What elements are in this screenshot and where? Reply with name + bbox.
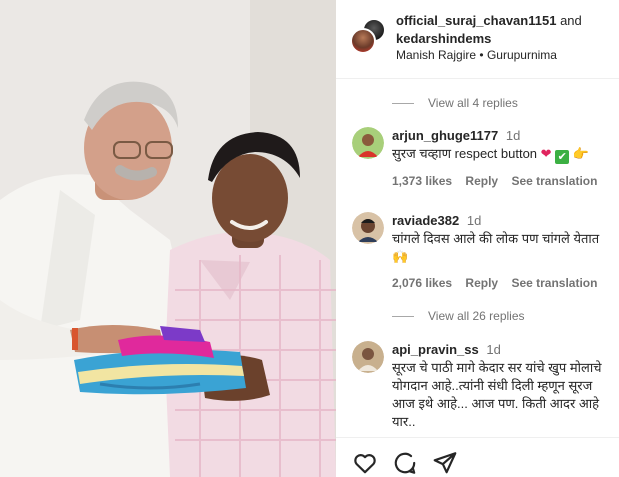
- post-header: official_suraj_chavan1151 and kedarshind…: [336, 0, 619, 79]
- comment-actions: 1,373 likes Reply See translation: [392, 172, 618, 190]
- avatar[interactable]: [352, 127, 384, 159]
- comment-body: raviade382 1d चांगले दिवस आले की लोक पण …: [392, 212, 618, 292]
- replies-divider-line: [392, 315, 414, 317]
- comment-icon[interactable]: [392, 450, 418, 476]
- reply-button[interactable]: Reply: [465, 276, 498, 290]
- post-action-bar: [336, 437, 619, 477]
- music-credit[interactable]: Manish Rajgire: [396, 48, 476, 62]
- raised-hands-emoji-icon: 🙌: [392, 249, 409, 264]
- comment-username[interactable]: arjun_ghuge1177: [392, 128, 498, 143]
- photo-illustration: [0, 0, 336, 477]
- comment-body: api_pravin_ss 1d सूरज चे पाठी मागे केदार…: [392, 341, 618, 431]
- view-replies-thread-1[interactable]: View all 4 replies: [392, 96, 518, 110]
- avatar[interactable]: [352, 341, 384, 373]
- comment-username[interactable]: raviade382: [392, 213, 459, 228]
- view-replies-label[interactable]: View all 4 replies: [428, 96, 518, 110]
- comment-actions: 2,076 likes Reply See translation: [392, 274, 618, 292]
- comment-body: arjun_ghuge1177 1d सुरज चव्हाण respect b…: [392, 127, 618, 190]
- replies-divider-line: [392, 102, 414, 104]
- meta-separator: •: [479, 48, 484, 62]
- comment-text: चांगले दिवस आले की लोक पण चांगले येतात 🙌: [392, 230, 618, 266]
- collab-avatars[interactable]: [350, 18, 386, 54]
- reply-button[interactable]: Reply: [465, 174, 498, 188]
- comment-text-content: सूरज चे पाठी मागे केदार सर यांचे खुप मोल…: [392, 360, 602, 429]
- comment-timestamp[interactable]: 1d: [506, 128, 520, 143]
- comment-timestamp[interactable]: 1d: [467, 213, 481, 228]
- comment-likes[interactable]: 2,076 likes: [392, 276, 452, 290]
- comment-timestamp[interactable]: 1d: [486, 342, 500, 357]
- heart-emoji-icon: ❤: [540, 146, 552, 161]
- comment-text: सुरज चव्हाण respect button ❤ ✔ 👉: [392, 145, 618, 164]
- comment-username[interactable]: api_pravin_ss: [392, 342, 479, 357]
- see-translation-button[interactable]: See translation: [511, 276, 597, 290]
- post-meta: Manish Rajgire • Gurupurnima: [396, 48, 557, 62]
- avatar[interactable]: [352, 212, 384, 244]
- author-conjunction: and: [560, 13, 582, 28]
- comment-text-content: सुरज चव्हाण respect button: [392, 146, 538, 161]
- see-translation-button[interactable]: See translation: [511, 174, 597, 188]
- author-username-1[interactable]: official_suraj_chavan1151: [396, 13, 556, 28]
- heart-icon[interactable]: [352, 450, 378, 476]
- pointing-hand-emoji-icon: 👉: [572, 146, 590, 161]
- check-mark-emoji-icon: ✔: [555, 150, 570, 164]
- share-icon[interactable]: [432, 450, 458, 476]
- post-photo[interactable]: [0, 0, 336, 477]
- avatar-official-suraj-chavan[interactable]: [350, 28, 376, 54]
- author-username-2[interactable]: kedarshindems: [396, 31, 491, 46]
- view-replies-thread-2[interactable]: View all 26 replies: [392, 309, 525, 323]
- location-link[interactable]: Gurupurnima: [487, 48, 557, 62]
- comment-likes[interactable]: 1,373 likes: [392, 174, 452, 188]
- post-authors: official_suraj_chavan1151 and kedarshind…: [396, 12, 606, 48]
- view-replies-label[interactable]: View all 26 replies: [428, 309, 525, 323]
- comments-panel: official_suraj_chavan1151 and kedarshind…: [336, 0, 619, 477]
- comment-text-content: चांगले दिवस आले की लोक पण चांगले येतात: [392, 231, 600, 246]
